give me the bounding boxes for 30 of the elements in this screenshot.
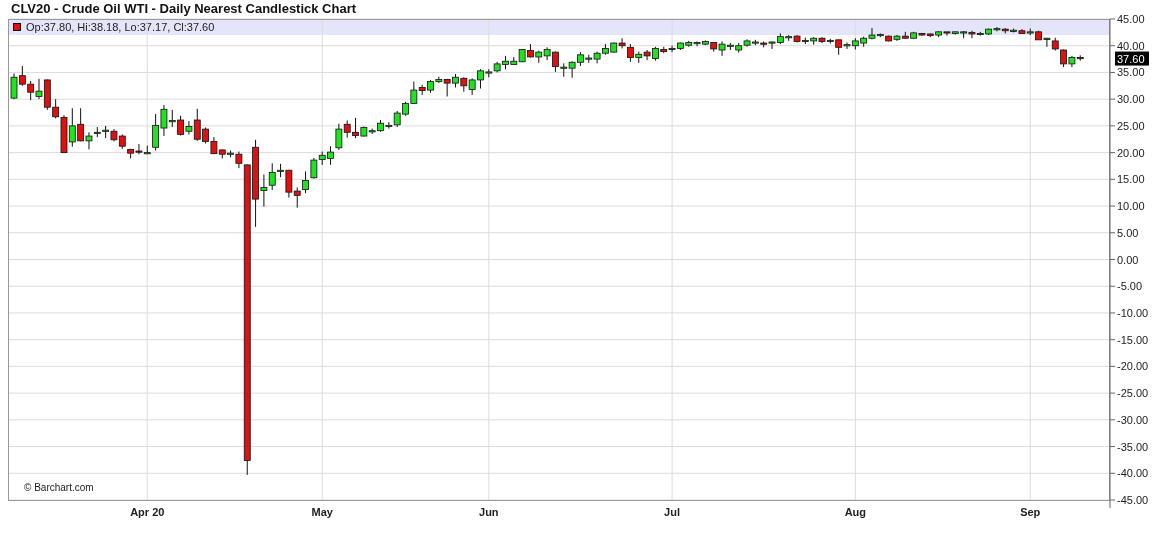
legend-text: Op:37.80, Hi:38.18, Lo:37.17, Cl:37.60 — [26, 21, 215, 33]
axis-label: -5.00 — [1117, 280, 1143, 293]
axis-label: -45.00 — [1117, 494, 1149, 506]
axis-label: Sep — [1020, 506, 1041, 518]
axis-label: 10.00 — [1117, 200, 1145, 213]
axis-label: Jun — [479, 506, 499, 518]
axis-label: 35.00 — [1117, 66, 1145, 79]
axis-label: Jul — [664, 506, 680, 518]
axis-label: -15.00 — [1117, 333, 1149, 346]
axis-label: 0.00 — [1117, 253, 1139, 266]
axis-label: 30.00 — [1117, 93, 1145, 106]
axis-label: -10.00 — [1117, 306, 1149, 319]
axis-label: -40.00 — [1117, 467, 1149, 480]
axis-label: 40.00 — [1117, 39, 1145, 52]
axis-label: -25.00 — [1117, 387, 1149, 400]
axis-label: Apr 20 — [130, 506, 165, 518]
axis-label: -35.00 — [1117, 440, 1149, 453]
axis-label: 45.00 — [1117, 13, 1145, 25]
credit-text: © Barchart.com — [24, 482, 94, 493]
axis-label: 20.00 — [1117, 146, 1145, 159]
axis-label: May — [311, 506, 333, 518]
axis-label: Aug — [844, 506, 867, 518]
axis-label: 15.00 — [1117, 173, 1145, 186]
axis-label: -30.00 — [1117, 413, 1149, 426]
price-label: 37.60 — [1115, 51, 1149, 66]
axis-label: 25.00 — [1117, 119, 1145, 132]
chart-title: CLV20 - Crude Oil WTI - Daily Nearest Candlestick Chart — [11, 1, 357, 17]
axis-label: 5.00 — [1117, 226, 1139, 239]
axis-label: -20.00 — [1117, 360, 1149, 373]
legend-swatch — [13, 23, 21, 31]
